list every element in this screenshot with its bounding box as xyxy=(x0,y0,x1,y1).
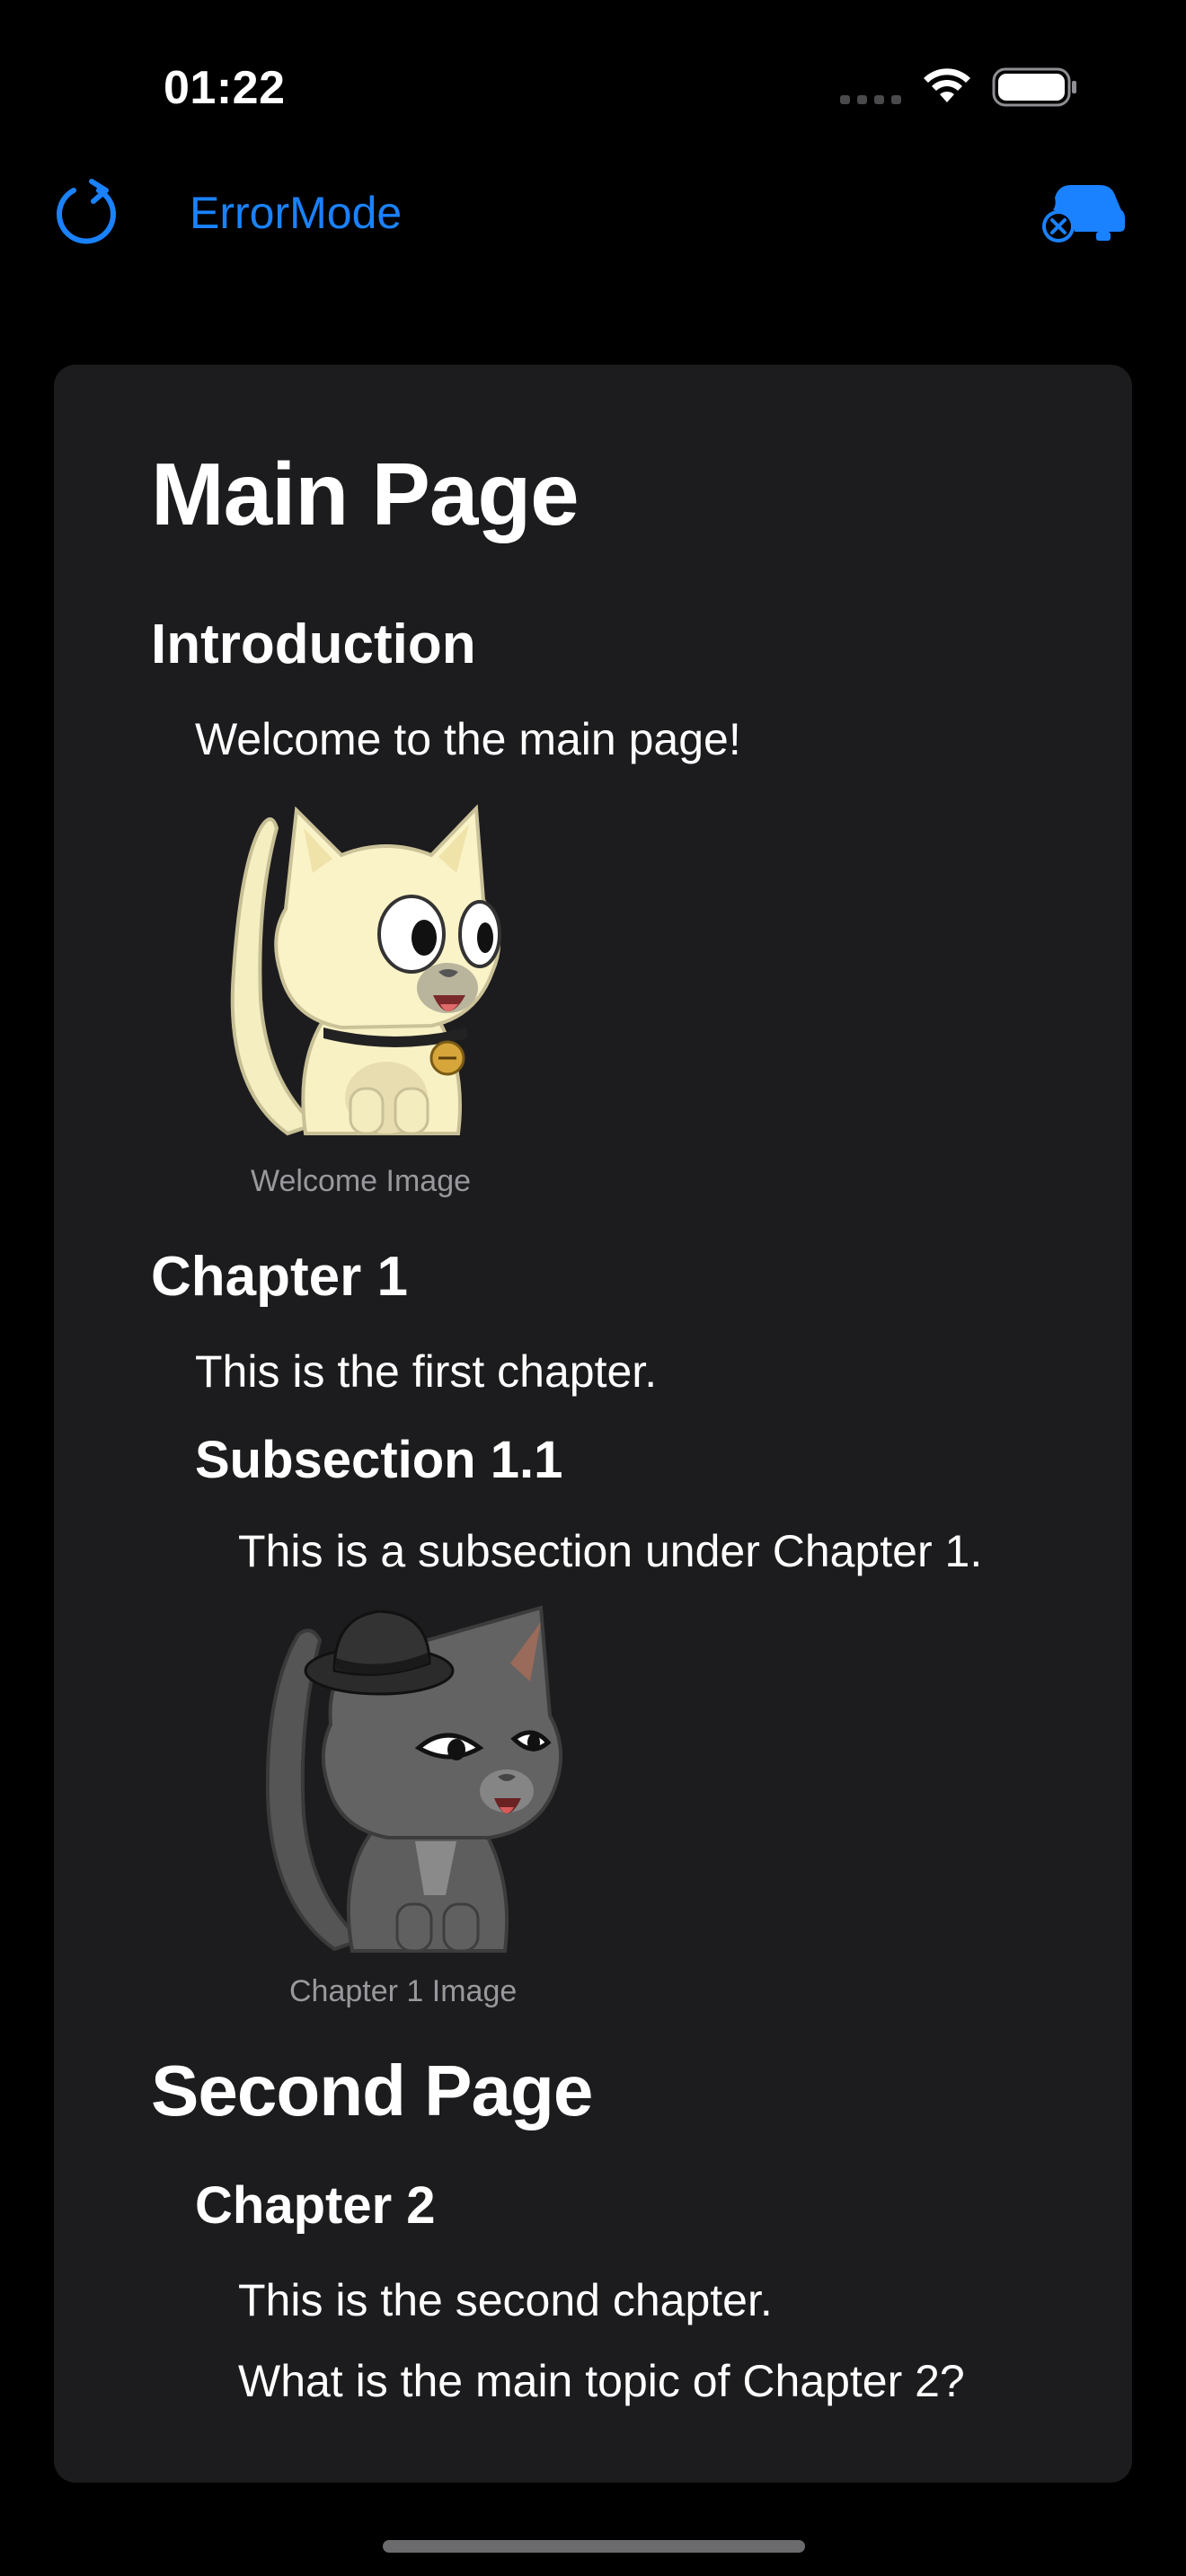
arrow-clockwise-icon[interactable] xyxy=(52,178,124,250)
status-time: 01:22 xyxy=(164,62,286,114)
navigation-bar: ErrorMode xyxy=(0,171,1186,305)
second-page-title: Second Page xyxy=(151,2051,593,2130)
wifi-icon xyxy=(924,68,970,102)
subsection-1-1-heading: Subsection 1.1 xyxy=(195,1431,563,1489)
chapter-2-question: What is the main topic of Chapter 2? xyxy=(238,2356,965,2406)
battery-icon xyxy=(992,67,1076,107)
chapter-1-heading: Chapter 1 xyxy=(151,1246,408,1308)
chapter-1-text: This is the first chapter. xyxy=(195,1346,658,1397)
nav-title: ErrorMode xyxy=(190,188,403,238)
chapter-1-image-caption: Chapter 1 Image xyxy=(289,1974,518,2008)
chapter-1-image xyxy=(265,1605,562,1953)
introduction-heading: Introduction xyxy=(151,613,476,675)
home-indicator[interactable] xyxy=(383,2540,805,2553)
car-error-icon[interactable] xyxy=(1042,180,1128,248)
cellular-signal-icon xyxy=(840,95,901,104)
subsection-1-1-text: This is a subsection under Chapter 1. xyxy=(238,1526,983,1576)
status-bar: 01:22 xyxy=(0,0,1186,171)
chapter-2-text: This is the second chapter. xyxy=(238,2275,773,2325)
document-card: Main Page Introduction Welcome to the ma… xyxy=(54,365,1132,2483)
welcome-image-caption: Welcome Image xyxy=(251,1164,472,1198)
main-page-title: Main Page xyxy=(151,445,580,543)
welcome-image xyxy=(230,804,501,1136)
introduction-text: Welcome to the main page! xyxy=(195,714,741,764)
chapter-2-heading: Chapter 2 xyxy=(195,2176,436,2235)
